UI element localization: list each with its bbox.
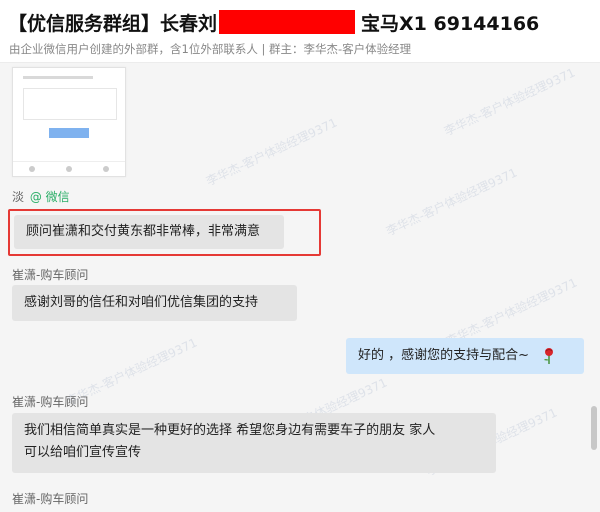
message-text-line: 可以给咱们宣传宣传	[24, 445, 142, 460]
image-message-thumbnail[interactable]	[12, 67, 126, 177]
group-title: 【优信服务群组】长春刘 宝马X1 69144166	[8, 9, 539, 35]
watermark: 李华杰-客户体验经理9371	[441, 65, 578, 139]
group-subtitle: 由企业微信用户创建的外部群，含1位外部联系人 | 群主：李华杰-客户体验经理	[9, 42, 412, 56]
message-text-line: 我们相信简单真实是一种更好的选择 希望您身边有需要车子的朋友 家人	[24, 423, 436, 438]
group-title-prefix: 【优信服务群组】长春刘	[8, 12, 218, 35]
thumbnail-nav-dot	[103, 166, 110, 172]
sent-message-bubble[interactable]: 好的 ，感谢您的支持与配合~	[346, 338, 584, 374]
thumbnail-button	[49, 128, 89, 138]
watermark: 李华杰-客户体验经理9371	[203, 115, 340, 189]
message-text: 好的 ，感谢您的支持与配合~	[358, 348, 530, 363]
redacted-name-block	[219, 10, 356, 34]
message-sender: 崔潇-购车顾问	[12, 268, 89, 282]
thumbnail-nav-bar	[13, 161, 125, 176]
chat-message-area[interactable]: 李华杰-客户体验经理9371 李华杰-客户体验经理9371 李华杰-客户体验经理…	[0, 63, 600, 512]
rose-emoji-icon	[544, 347, 554, 364]
message-sender: 崔潇-购车顾问	[12, 492, 89, 506]
thumbnail-text-line	[23, 76, 93, 79]
watermark: 李华杰-客户体验经理9371	[383, 165, 520, 239]
thumbnail-nav-dot	[28, 166, 35, 172]
message-bubble[interactable]: 感谢刘哥的信任和对咱们优信集团的支持	[12, 285, 297, 321]
wechat-badge: @ 微信	[29, 190, 70, 204]
thumbnail-input-box	[23, 88, 117, 120]
message-sender: 淡 @ 微信	[12, 188, 70, 205]
message-bubble[interactable]: 我们相信简单真实是一种更好的选择 希望您身边有需要车子的朋友 家人 可以给咱们宣…	[12, 413, 496, 473]
scrollbar-thumb[interactable]	[591, 406, 597, 450]
message-sender: 崔潇-购车顾问	[12, 395, 89, 409]
group-title-suffix: 宝马X1 69144166	[361, 12, 540, 35]
thumbnail-nav-dot	[65, 166, 72, 172]
chat-header: 【优信服务群组】长春刘 宝马X1 69144166 由企业微信用户创建的外部群，…	[0, 0, 600, 63]
highlight-box	[8, 209, 321, 256]
sender-name: 淡	[12, 190, 25, 204]
